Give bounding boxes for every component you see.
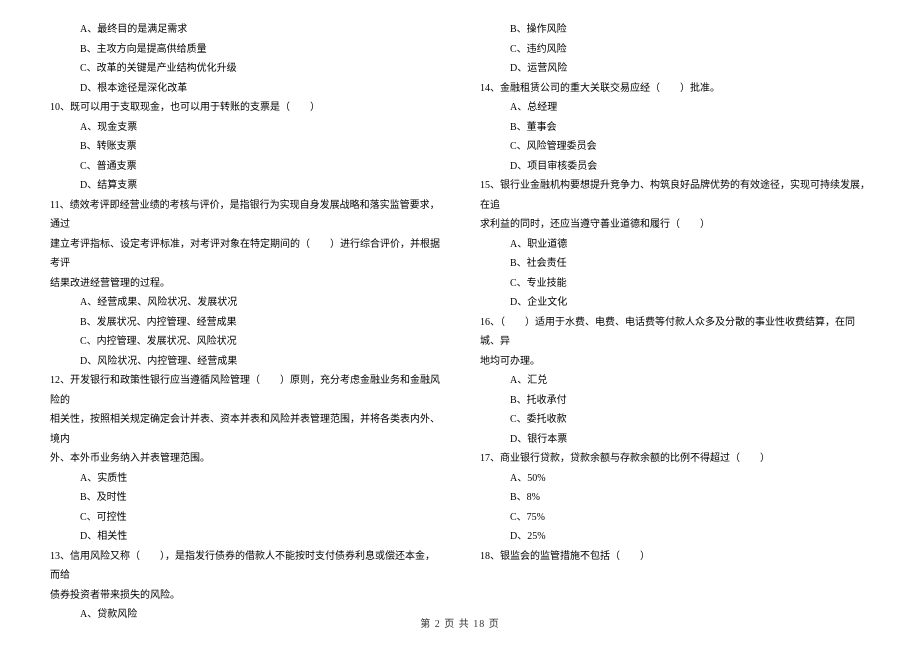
q13-opt-d: D、运营风险 <box>480 59 870 79</box>
q14-text: 14、金融租赁公司的重大关联交易应经（ ）批准。 <box>480 79 870 99</box>
q16-opt-b: B、托收承付 <box>480 391 870 411</box>
q15-opt-d: D、企业文化 <box>480 293 870 313</box>
q12-line2: 相关性，按照相关规定确定会计并表、资本并表和风险并表管理范围，并将各类表内外、境… <box>50 410 440 449</box>
q17-opt-c: C、75% <box>480 508 870 528</box>
q15-opt-b: B、社会责任 <box>480 254 870 274</box>
q11-opt-a: A、经营成果、风险状况、发展状况 <box>50 293 440 313</box>
q12-opt-c: C、可控性 <box>50 508 440 528</box>
q10-text: 10、既可以用于支取现金，也可以用于转账的支票是（ ） <box>50 98 440 118</box>
q14-opt-a: A、总经理 <box>480 98 870 118</box>
q17-text: 17、商业银行贷款，贷款余额与存款余额的比例不得超过（ ） <box>480 449 870 469</box>
q11-line2: 建立考评指标、设定考评标准，对考评对象在特定期间的（ ）进行综合评价，并根据考评 <box>50 235 440 274</box>
q11-opt-d: D、风险状况、内控管理、经营成果 <box>50 352 440 372</box>
right-column: B、操作风险 C、违约风险 D、运营风险 14、金融租赁公司的重大关联交易应经（… <box>480 20 870 600</box>
q16-line2: 地均可办理。 <box>480 352 870 372</box>
q15-line1: 15、银行业金融机构要想提升竞争力、构筑良好品牌优势的有效途径，实现可持续发展，… <box>480 176 870 215</box>
q17-opt-b: B、8% <box>480 488 870 508</box>
q16-opt-a: A、汇兑 <box>480 371 870 391</box>
q14-opt-d: D、项目审核委员会 <box>480 157 870 177</box>
q10-opt-a: A、现金支票 <box>50 118 440 138</box>
q15-opt-a: A、职业道德 <box>480 235 870 255</box>
q12-line3: 外、本外币业务纳入并表管理范围。 <box>50 449 440 469</box>
q18-text: 18、银监会的监管措施不包括（ ） <box>480 547 870 567</box>
q12-opt-b: B、及时性 <box>50 488 440 508</box>
q15-opt-c: C、专业技能 <box>480 274 870 294</box>
q13-line1: 13、信用风险又称（ ），是指发行债券的借款人不能按时支付债券利息或偿还本金，而… <box>50 547 440 586</box>
document-page: A、最终目的是满足需求 B、主攻方向是提高供给质量 C、改革的关键是产业结构优化… <box>0 0 920 610</box>
q9-opt-a: A、最终目的是满足需求 <box>50 20 440 40</box>
q12-line1: 12、开发银行和政策性银行应当遵循风险管理（ ）原则，充分考虑金融业务和金融风险… <box>50 371 440 410</box>
left-column: A、最终目的是满足需求 B、主攻方向是提高供给质量 C、改革的关键是产业结构优化… <box>50 20 440 600</box>
q13-opt-a: A、贷款风险 <box>50 605 440 625</box>
q9-opt-b: B、主攻方向是提高供给质量 <box>50 40 440 60</box>
q13-opt-b: B、操作风险 <box>480 20 870 40</box>
q15-line2: 求利益的同时，还应当遵守善业道德和履行（ ） <box>480 215 870 235</box>
q10-opt-d: D、结算支票 <box>50 176 440 196</box>
q10-opt-c: C、普通支票 <box>50 157 440 177</box>
q16-line1: 16、（ ）适用于水费、电费、电话费等付款人众多及分散的事业性收费结算，在同城、… <box>480 313 870 352</box>
q12-opt-a: A、实质性 <box>50 469 440 489</box>
q11-opt-b: B、发展状况、内控管理、经营成果 <box>50 313 440 333</box>
q11-line3: 结果改进经营管理的过程。 <box>50 274 440 294</box>
q13-opt-c: C、违约风险 <box>480 40 870 60</box>
q12-opt-d: D、相关性 <box>50 527 440 547</box>
q16-opt-d: D、银行本票 <box>480 430 870 450</box>
q16-opt-c: C、委托收款 <box>480 410 870 430</box>
q17-opt-a: A、50% <box>480 469 870 489</box>
q11-opt-c: C、内控管理、发展状况、风险状况 <box>50 332 440 352</box>
q14-opt-b: B、董事会 <box>480 118 870 138</box>
q10-opt-b: B、转账支票 <box>50 137 440 157</box>
q9-opt-d: D、根本途径是深化改革 <box>50 79 440 99</box>
q17-opt-d: D、25% <box>480 527 870 547</box>
q14-opt-c: C、风险管理委员会 <box>480 137 870 157</box>
q11-line1: 11、绩效考评即经营业绩的考核与评价，是指银行为实现自身发展战略和落实监管要求，… <box>50 196 440 235</box>
q13-line2: 债券投资者带来损失的风险。 <box>50 586 440 606</box>
q9-opt-c: C、改革的关键是产业结构优化升级 <box>50 59 440 79</box>
